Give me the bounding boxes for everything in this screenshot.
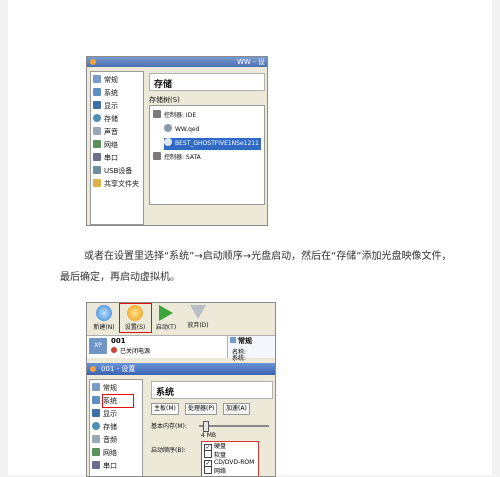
new-icon — [96, 305, 112, 321]
sidebar-item-shared-folders[interactable]: 共享文件夹 — [93, 178, 139, 190]
toolbar: 新建(N) 设置(S) 启动(T) 放弃(D) — [87, 303, 275, 333]
usb-icon — [93, 166, 101, 174]
vm-name: 001 — [111, 337, 126, 345]
general-icon — [92, 383, 100, 391]
folder-icon — [93, 179, 101, 187]
storage-settings-screenshot: WW - 设 常规 系统 显示 存储 声音 网络 串口 USB设备 共享文件夹 … — [86, 56, 268, 226]
tree-node-optical-image[interactable]: BEST_GHOSTFIVE1NSe1211 — [164, 138, 261, 150]
boot-order-label: 启动顺序(B): — [151, 447, 186, 454]
settings-highlight — [119, 303, 152, 333]
tree-node-hard-disk[interactable]: WW.qed — [164, 124, 199, 136]
memory-value: 4 MB — [201, 432, 217, 439]
os-badge-icon: XP — [89, 338, 107, 354]
serial-port-icon — [93, 153, 101, 161]
network-icon — [92, 448, 100, 456]
power-off-icon — [111, 347, 117, 353]
controller-icon — [153, 110, 161, 118]
dialog-title: 001 - 设置 — [101, 365, 136, 373]
sidebar-item-display[interactable]: 显示 — [93, 100, 118, 112]
network-icon — [93, 140, 101, 148]
sidebar-item-audio[interactable]: 音频 — [92, 434, 117, 446]
hard-disk-icon — [164, 124, 172, 132]
new-button[interactable]: 新建(N) — [89, 304, 119, 332]
window-title: WW - 设 — [237, 58, 265, 66]
instruction-paragraph: 或者在设置里选择“系统”→启动顺序→光盘启动，然后在“存储”添加光盘映像文件，最… — [60, 251, 452, 283]
serial-port-icon — [92, 461, 100, 469]
section-header: 存储 — [149, 73, 265, 91]
memory-slider-handle[interactable] — [203, 421, 209, 432]
sidebar-item-storage[interactable]: 存储 — [92, 421, 117, 433]
tree-node-sata-controller[interactable]: 控制器: SATA — [153, 152, 201, 164]
vm-list-row[interactable]: XP 001 已关闭电源 常规 名称: 系统: — [87, 335, 275, 362]
display-icon — [93, 101, 101, 109]
section-title: 存储 — [154, 80, 173, 90]
storage-panel: 存储 存储树(S) 控制器: IDE WW.qed BEST_GHOSTFIVE… — [147, 71, 265, 223]
sidebar-item-usb[interactable]: USB设备 — [93, 165, 132, 177]
sidebar-item-system[interactable]: 系统 — [93, 87, 118, 99]
tab-motherboard[interactable]: 主板(M) — [151, 403, 179, 415]
controller-icon — [153, 152, 161, 160]
sidebar-item-storage[interactable]: 存储 — [93, 113, 118, 125]
dialog-sidebar: 常规 系统 显示 存储 音频 网络 串口 — [89, 379, 143, 476]
speaker-icon — [92, 435, 100, 443]
cd-icon — [164, 138, 172, 146]
vm-status: 已关闭电源 — [120, 348, 151, 355]
boot-checkbox[interactable] — [204, 466, 212, 474]
start-button[interactable]: 启动(T) — [151, 304, 181, 332]
storage-tree[interactable]: 控制器: IDE WW.qed BEST_GHOSTFIVE1NSe1211 控… — [149, 105, 265, 205]
boot-order-list: ✓ 硬盘 软盘 ✓ CD/DVD-ROM 网络 — [201, 441, 259, 476]
details-title: 常规 — [238, 337, 252, 345]
discard-arrow-icon — [190, 305, 206, 319]
details-os-label: 系统: — [232, 355, 247, 362]
details-panel: 常规 名称: 系统: — [227, 336, 275, 362]
dialog-title-bar: 001 - 设置 — [87, 363, 275, 375]
sidebar-item-serial[interactable]: 串口 — [93, 152, 118, 164]
sidebar-item-display[interactable]: 显示 — [92, 408, 117, 420]
sidebar-item-general[interactable]: 常规 — [92, 382, 117, 394]
system-icon — [93, 88, 101, 96]
display-icon — [92, 409, 100, 417]
tree-node-ide-controller[interactable]: 控制器: IDE — [153, 110, 196, 122]
settings-sidebar: 常规 系统 显示 存储 声音 网络 串口 USB设备 共享文件夹 — [90, 71, 144, 225]
sidebar-item-audio[interactable]: 声音 — [93, 126, 118, 138]
sidebar-item-network[interactable]: 网络 — [93, 139, 118, 151]
general-icon — [93, 75, 101, 83]
window-title-bar: WW - 设 — [87, 57, 267, 67]
general-icon — [230, 337, 236, 343]
section-title: 系统 — [156, 388, 175, 398]
storage-icon — [92, 422, 100, 430]
tab-processor[interactable]: 处理器(P) — [185, 403, 218, 415]
sidebar-item-general[interactable]: 常规 — [93, 74, 118, 86]
system-settings-screenshot: 新建(N) 设置(S) 启动(T) 放弃(D) XP 001 已关闭电源 常规 … — [86, 302, 276, 477]
settings-dialog: 001 - 设置 常规 系统 显示 存储 音频 网络 串口 系统 主板(M) 处… — [87, 363, 275, 476]
storage-tree-label: 存储树(S) — [149, 96, 180, 104]
tab-acceleration[interactable]: 加速(A) — [223, 403, 250, 415]
storage-icon — [93, 114, 101, 122]
memory-slider[interactable] — [199, 425, 269, 427]
boot-checkbox[interactable] — [204, 450, 212, 458]
discard-button[interactable]: 放弃(D) — [183, 304, 213, 332]
speaker-icon — [93, 127, 101, 135]
app-icon — [90, 59, 96, 65]
system-panel: 系统 主板(M) 处理器(P) 加速(A) 基本内存(M): 4 MB 启动顺序… — [149, 379, 275, 476]
sidebar-item-serial[interactable]: 串口 — [92, 460, 117, 472]
system-highlight — [102, 394, 134, 408]
sidebar-item-network[interactable]: 网络 — [92, 447, 117, 459]
start-arrow-icon — [159, 305, 173, 321]
section-header: 系统 — [151, 381, 273, 399]
app-icon — [90, 366, 96, 372]
memory-label: 基本内存(M): — [151, 423, 187, 430]
system-icon — [92, 396, 100, 404]
